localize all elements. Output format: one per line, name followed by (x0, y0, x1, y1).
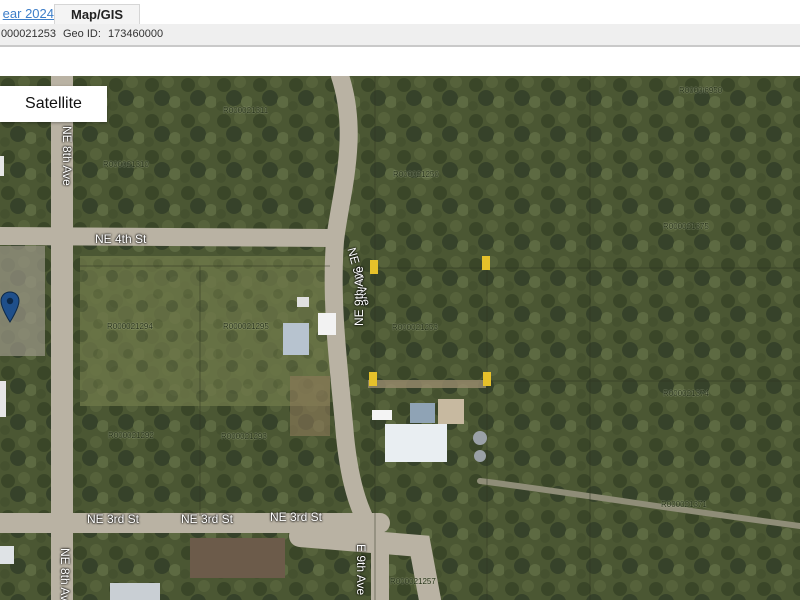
satellite-map[interactable]: Satellite NE 4th St NE 3rd St NE 3rd St … (0, 76, 800, 600)
parcel-label: R000021250 (393, 170, 439, 179)
parcel-label: R000021295 (223, 322, 269, 331)
parcel-label: R000021257 (390, 577, 436, 586)
parcel-corner-marker (483, 372, 491, 386)
parcel-label: R000021375 (663, 222, 709, 231)
street-label-ne-3rd-st: NE 3rd St (87, 512, 140, 526)
property-info-bar: 000021253 Geo ID: 173460000 (0, 24, 800, 47)
parcel-label: R000021310 (103, 160, 149, 169)
satellite-basemap-button[interactable]: Satellite (0, 86, 107, 122)
parcel-label: R000021293 (221, 432, 267, 441)
parcel-corner-marker (370, 260, 378, 274)
street-label-ne-8th-ave: NE 8th Ave (58, 548, 72, 600)
parcel-label-selected: R000021253 (392, 323, 438, 332)
tab-map-gis[interactable]: Map/GIS (54, 4, 140, 24)
parcel-corner-marker (482, 256, 490, 270)
parcel-label: R000021292 (108, 431, 154, 440)
parcel-label: R000021294 (107, 322, 153, 331)
street-label-ne-8th-ave: NE 8th Ave (60, 126, 74, 186)
geo-id-value: 173460000 (108, 28, 164, 40)
parcel-corner-marker (369, 372, 377, 386)
street-label-ne-3rd-st: NE 3rd St (270, 510, 323, 524)
property-id: 000021253 (0, 28, 56, 40)
parcel-label: R000021371 (661, 500, 707, 509)
parcel-label: R0000i6950 (679, 86, 723, 95)
parcel-label: R000021374 (663, 389, 709, 398)
street-label-ne-4th-st: NE 4th St (95, 232, 147, 246)
geo-id-label: Geo ID: (63, 28, 101, 40)
parcel-label: R000021311 (223, 106, 269, 115)
tab-bar: ear 2024 Map/GIS (0, 0, 800, 24)
street-label-ne-9th-ave: E 9th Ave (354, 544, 368, 596)
street-label-ne-3rd-st: NE 3rd St (181, 512, 234, 526)
tab-year-2024[interactable]: ear 2024 (0, 4, 54, 24)
street-label-ne-9th-ave: NE 9th Ave (352, 266, 366, 326)
map-pin-icon[interactable] (0, 291, 20, 323)
